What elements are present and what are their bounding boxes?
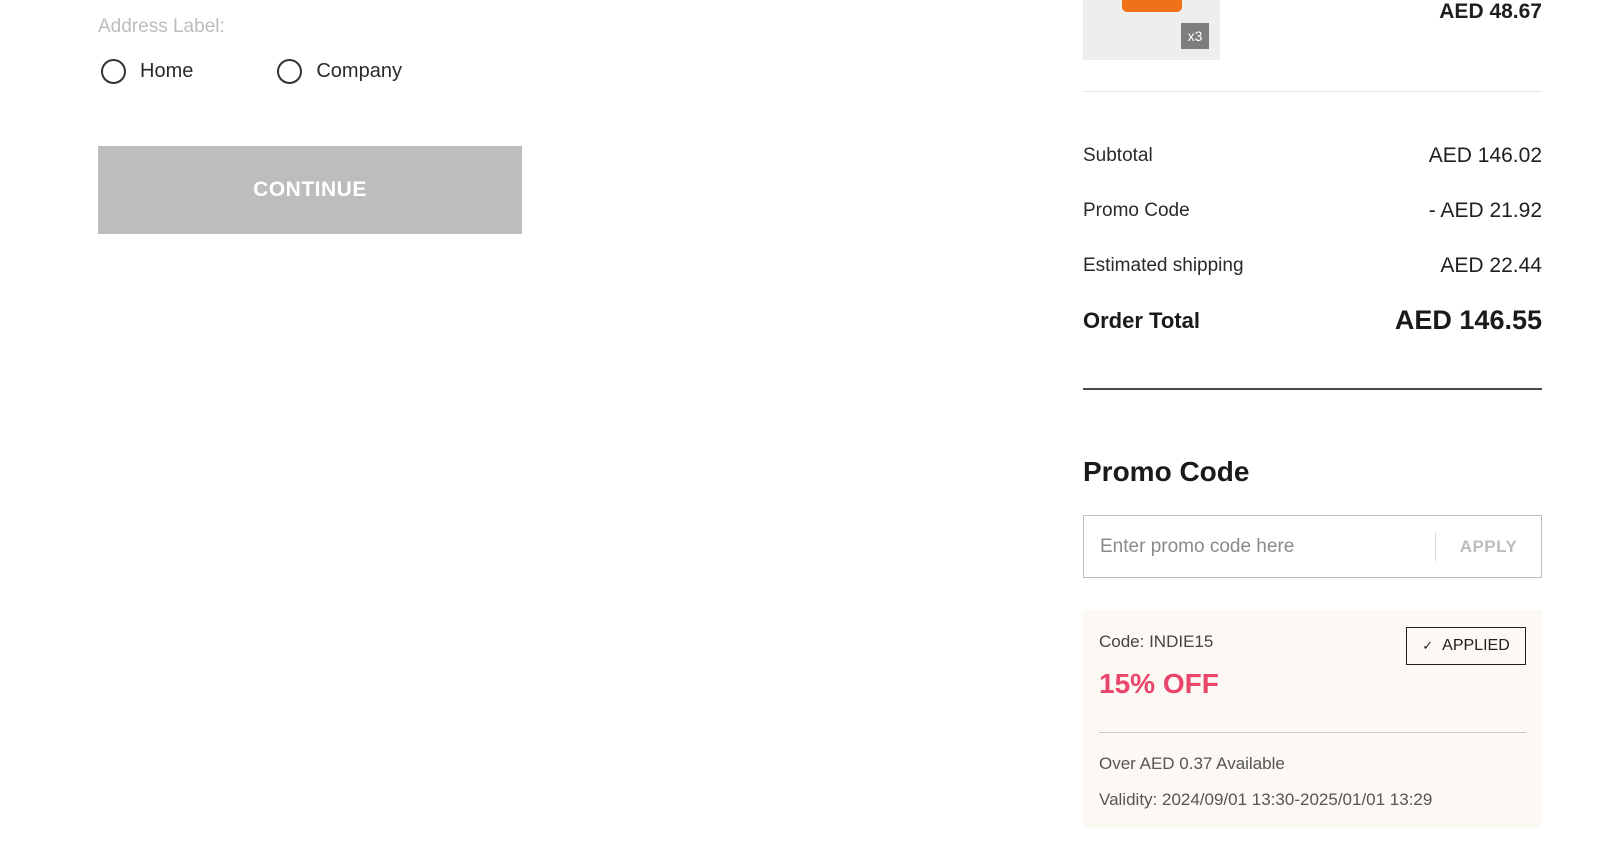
address-label-options: Home Company <box>101 59 402 84</box>
order-total-label: Order Total <box>1083 307 1200 333</box>
order-summary: Subtotal AED 146.02 Promo Code - AED 21.… <box>1083 128 1542 348</box>
promo-discount-label: Promo Code <box>1083 199 1190 221</box>
coupon-discount: 15% OFF <box>1099 668 1219 699</box>
product-image <box>1122 0 1182 12</box>
continue-button[interactable]: CONTINUE <box>98 146 522 234</box>
summary-row-promo: Promo Code - AED 21.92 <box>1083 183 1542 238</box>
promo-code-input[interactable] <box>1084 516 1435 577</box>
home-radio[interactable] <box>101 59 126 84</box>
coupon-validity: Validity: 2024/09/01 13:30-2025/01/01 13… <box>1099 790 1433 809</box>
applied-button[interactable]: ✓ APPLIED <box>1406 627 1526 665</box>
summary-row-total: Order Total AED 146.55 <box>1083 293 1542 348</box>
check-icon: ✓ <box>1422 638 1434 653</box>
coupon-divider <box>1099 732 1526 733</box>
radio-option-home[interactable]: Home <box>101 59 193 84</box>
promo-code-form: APPLY <box>1083 515 1542 578</box>
promo-code-heading: Promo Code <box>1083 456 1250 487</box>
company-radio-label: Company <box>316 60 402 82</box>
summary-row-shipping: Estimated shipping AED 22.44 <box>1083 238 1542 293</box>
summary-row-subtotal: Subtotal AED 146.02 <box>1083 128 1542 183</box>
applied-label: APPLIED <box>1442 637 1510 654</box>
radio-option-company[interactable]: Company <box>277 59 402 84</box>
summary-divider <box>1083 91 1542 92</box>
coupon-card: Code: INDIE15 15% OFF ✓ APPLIED Over AED… <box>1083 610 1542 828</box>
address-label-heading: Address Label: <box>98 16 225 37</box>
product-thumbnail[interactable]: x3 <box>1083 0 1220 60</box>
shipping-value: AED 22.44 <box>1440 253 1542 277</box>
promo-discount-value: - AED 21.92 <box>1428 198 1542 222</box>
coupon-code: Code: INDIE15 <box>1099 632 1214 651</box>
subtotal-label: Subtotal <box>1083 144 1153 166</box>
item-price: AED 48.67 <box>1439 0 1542 23</box>
apply-button[interactable]: APPLY <box>1436 516 1541 577</box>
order-total-value: AED 146.55 <box>1394 305 1542 335</box>
company-radio[interactable] <box>277 59 303 84</box>
section-divider <box>1083 388 1542 390</box>
shipping-label: Estimated shipping <box>1083 254 1244 276</box>
coupon-threshold: Over AED 0.37 Available <box>1099 754 1285 773</box>
home-radio-label: Home <box>140 60 194 82</box>
quantity-badge: x3 <box>1181 23 1209 49</box>
subtotal-value: AED 146.02 <box>1428 143 1542 167</box>
checkout-page: Address Label: Home Company CONTINUE x3 … <box>0 0 1612 865</box>
